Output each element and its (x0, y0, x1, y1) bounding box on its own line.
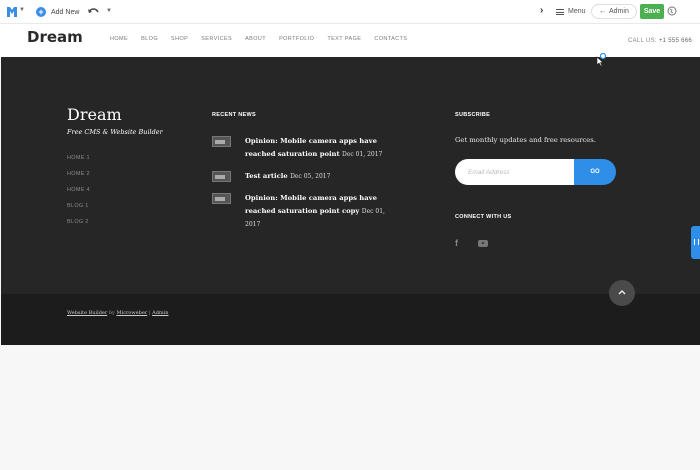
phone-number: +1 555 666 (658, 38, 693, 44)
nav-item-about[interactable]: ABOUT (245, 36, 266, 42)
go-button[interactable]: GO (574, 159, 616, 185)
nav-item-home[interactable]: HOME (110, 36, 128, 42)
chevron-right-icon[interactable]: › (540, 6, 543, 16)
microweber-link[interactable]: Microweber (116, 310, 147, 316)
news-date: Dec 01, 2017 (342, 151, 383, 158)
footer-link-blog-2[interactable]: BLOG 2 (67, 219, 90, 235)
side-panel-toggle[interactable] (691, 226, 700, 259)
footer-link-home-1[interactable]: HOME 1 (67, 155, 90, 171)
nav-item-shop[interactable]: SHOP (171, 36, 188, 42)
undo-caret-icon[interactable]: ▼ (106, 8, 112, 14)
subscribe-form: GO (455, 159, 616, 185)
admin-toolbar: ▼ + Add New ▼ › Menu ← Admin Save (0, 0, 700, 24)
news-title[interactable]: Opinion: Mobile camera apps have reached… (245, 194, 377, 215)
nav-item-text-page[interactable]: TEXT PAGE (327, 36, 361, 42)
facebook-icon[interactable]: f (455, 238, 469, 248)
hamburger-icon (556, 8, 564, 15)
microweber-logo-icon[interactable] (5, 5, 19, 19)
site-header: Dream HOME BLOG SHOP SERVICES ABOUT PORT… (0, 24, 700, 57)
footer-tagline: Free CMS & Website Builder (67, 128, 163, 136)
globe-icon[interactable] (667, 6, 677, 16)
site-footer: Dream Free CMS & Website Builder HOME 1 … (1, 57, 700, 345)
news-item[interactable]: Opinion: Mobile camera apps have reached… (212, 192, 392, 231)
footer-link-home-4[interactable]: HOME 4 (67, 187, 90, 203)
news-thumbnail[interactable] (212, 171, 231, 182)
news-date: Dec 05, 2017 (290, 173, 331, 180)
recent-news-list: Opinion: Mobile camera apps have reached… (212, 135, 392, 240)
call-us: CALL US: +1 555 666 (628, 38, 692, 44)
youtube-icon[interactable] (478, 239, 488, 247)
email-input[interactable] (455, 159, 574, 185)
footer-bottom-bar (1, 294, 700, 345)
social-links: f (455, 238, 488, 248)
subscribe-text: Get monthly updates and free resources. (455, 136, 596, 144)
credits-separator: | (148, 310, 151, 316)
admin-label: Admin (609, 8, 629, 15)
call-label: CALL US: (628, 38, 657, 44)
footer-credits: Website Builder by Microweber | Admin (67, 310, 168, 316)
nav-item-portfolio[interactable]: PORTFOLIO (279, 36, 314, 42)
site-logo[interactable]: Dream (27, 28, 83, 46)
footer-link-home-2[interactable]: HOME 2 (67, 171, 90, 187)
main-nav: HOME BLOG SHOP SERVICES ABOUT PORTFOLIO … (110, 36, 420, 42)
subscribe-title: SUBSCRIBE (455, 112, 491, 118)
news-item[interactable]: Opinion: Mobile camera apps have reached… (212, 135, 392, 161)
nav-item-blog[interactable]: BLOG (141, 36, 158, 42)
save-button[interactable]: Save (640, 4, 664, 19)
credits-by: by (108, 310, 115, 316)
footer-link-blog-1[interactable]: BLOG 1 (67, 203, 90, 219)
website-builder-link[interactable]: Website Builder (67, 310, 107, 316)
chevron-up-icon (618, 290, 626, 295)
add-new-label: Add New (51, 8, 80, 16)
undo-icon[interactable] (88, 7, 99, 16)
recent-news-title: RECENT NEWS (212, 112, 256, 118)
news-title[interactable]: Test article (245, 172, 288, 180)
news-thumbnail[interactable] (212, 136, 231, 147)
arrow-left-icon: ← (599, 8, 606, 15)
nav-item-contacts[interactable]: CONTACTS (374, 36, 407, 42)
back-to-top-button[interactable] (609, 280, 635, 306)
footer-logo[interactable]: Dream (67, 105, 122, 124)
nav-item-services[interactable]: SERVICES (201, 36, 232, 42)
menu-label: Menu (568, 8, 586, 15)
add-new-button[interactable]: + Add New (36, 5, 79, 19)
footer-links: HOME 1 HOME 2 HOME 4 BLOG 1 BLOG 2 (67, 155, 90, 235)
plus-icon: + (36, 7, 46, 17)
news-item[interactable]: Test article Dec 05, 2017 (212, 170, 392, 183)
mouse-cursor-icon (596, 53, 607, 67)
logo-caret-icon[interactable]: ▼ (19, 7, 25, 13)
admin-link[interactable]: Admin (152, 310, 168, 316)
admin-button[interactable]: ← Admin (591, 4, 637, 19)
connect-title: CONNECT WITH US (455, 214, 512, 220)
news-thumbnail[interactable] (212, 193, 231, 204)
menu-button[interactable]: Menu (556, 6, 586, 17)
